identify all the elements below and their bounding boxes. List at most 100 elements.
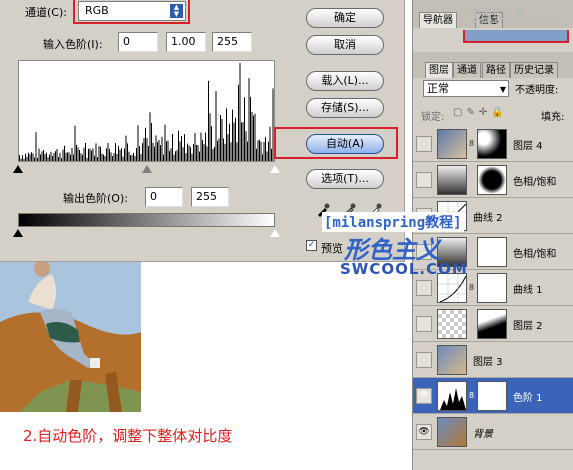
layer-thumbnail	[437, 417, 467, 447]
histogram-bar	[178, 130, 179, 161]
options-button[interactable]: 选项(T)...	[306, 169, 384, 189]
tab-history[interactable]: 历史记录	[510, 62, 558, 78]
eye-icon[interactable]: 👁	[416, 388, 432, 404]
opacity-label: 不透明度:	[515, 85, 559, 96]
histogram-bar	[34, 157, 35, 161]
histogram-bar	[266, 151, 268, 161]
visibility-toggle[interactable]	[416, 316, 432, 332]
histogram-bar	[95, 143, 97, 161]
layer-row[interactable]: 8 图层 4	[413, 126, 573, 162]
histogram-bar	[175, 151, 176, 161]
histogram-bar	[260, 141, 262, 161]
histogram-bar	[23, 158, 25, 161]
input-black-field[interactable]: 0	[118, 32, 158, 52]
layer-row[interactable]: 图层 3	[413, 342, 573, 378]
input-slider[interactable]	[13, 165, 280, 175]
visibility-toggle[interactable]	[416, 136, 432, 152]
mask-thumbnail	[477, 165, 507, 195]
histogram-bar	[248, 78, 250, 161]
histogram-bar	[64, 145, 65, 161]
histogram-bar	[229, 123, 230, 161]
histogram-bar	[172, 134, 173, 161]
input-gamma-field[interactable]: 1.00	[166, 32, 206, 52]
visibility-toggle[interactable]	[416, 172, 432, 188]
histogram-bar	[239, 63, 241, 161]
layer-row-selected[interactable]: 👁 8 色阶 1	[413, 378, 573, 414]
gamma-handle[interactable]	[142, 165, 152, 173]
histogram-bar	[185, 153, 187, 161]
caption-text: 2.自动色阶，调整下整体对比度	[23, 427, 233, 445]
white-point-handle[interactable]	[270, 165, 280, 173]
histogram-bar	[220, 115, 221, 161]
output-black-field[interactable]: 0	[145, 187, 183, 207]
link-icon: 8	[469, 139, 475, 148]
histogram-bar	[28, 152, 29, 161]
histogram-bar	[50, 151, 52, 161]
input-white-field[interactable]: 255	[212, 32, 252, 52]
tab-paths[interactable]: 路径	[482, 62, 510, 78]
histogram-bar	[242, 122, 244, 161]
cancel-button[interactable]: 取消	[306, 35, 384, 55]
histogram-bar	[166, 141, 167, 161]
layer-name: 图层 2	[513, 321, 543, 332]
histogram-bar	[20, 158, 22, 161]
layer-row[interactable]: 👁 背景	[413, 414, 573, 450]
tab-layers[interactable]: 图层	[425, 62, 453, 78]
blend-mode-select[interactable]: 正常 ▼	[423, 80, 509, 97]
histogram-bar	[244, 97, 245, 161]
histogram-bar	[193, 143, 194, 161]
histogram-bar	[212, 149, 214, 161]
histogram-bar	[67, 152, 68, 161]
save-button[interactable]: 存储(S)...	[306, 98, 384, 118]
histogram-bar	[146, 138, 148, 161]
histogram-bar	[140, 154, 142, 161]
output-slider[interactable]	[13, 229, 280, 237]
mask-thumbnail	[477, 237, 507, 267]
tab-navigator[interactable]: 导航器	[419, 12, 457, 28]
histogram-bar	[170, 148, 172, 161]
output-white-handle[interactable]	[270, 229, 280, 237]
adjustment-thumbnail	[437, 165, 467, 195]
output-white-field[interactable]: 255	[191, 187, 229, 207]
ok-button[interactable]: 确定	[306, 8, 384, 28]
navigator-preview	[463, 30, 569, 43]
histogram-bar	[262, 154, 263, 161]
histogram-bar	[227, 134, 229, 161]
histogram-bar	[91, 150, 92, 161]
histogram-bar	[112, 156, 113, 161]
histogram-bar	[118, 145, 119, 161]
histogram-bar	[209, 113, 211, 161]
output-black-handle[interactable]	[13, 229, 23, 237]
histogram-bar	[74, 125, 76, 161]
tab-channels[interactable]: 通道	[453, 62, 481, 78]
histogram-bar	[107, 143, 109, 161]
histogram-bar	[163, 154, 164, 161]
histogram-bar	[137, 125, 139, 161]
histogram-bar	[232, 109, 233, 161]
histogram-bar	[32, 153, 34, 161]
histogram-bar	[265, 137, 266, 161]
layer-name: 色相/饱和	[513, 249, 557, 260]
histogram-bar	[134, 156, 136, 161]
eye-icon[interactable]: 👁	[416, 424, 432, 440]
histogram-bar	[109, 148, 110, 161]
histogram-bar	[59, 152, 61, 161]
layer-name: 图层 3	[473, 357, 503, 368]
visibility-toggle[interactable]	[416, 280, 432, 296]
visibility-toggle[interactable]	[416, 352, 432, 368]
histogram-bar	[253, 115, 254, 161]
layer-row[interactable]: 图层 2	[413, 306, 573, 342]
histogram-bar	[247, 141, 248, 161]
histogram-bar	[149, 112, 151, 161]
histogram-bar	[89, 148, 91, 161]
black-point-handle[interactable]	[13, 165, 23, 173]
layer-row[interactable]: 色相/饱和	[413, 162, 573, 198]
histogram-bar	[208, 80, 209, 161]
histogram-bar	[127, 143, 128, 161]
load-button[interactable]: 载入(L)...	[306, 71, 384, 91]
lock-icons[interactable]: ▢✎✛🔒	[453, 107, 508, 118]
layer-list: 8 图层 4 色相/饱和 曲线 2 色相/饱和 8 曲线 1 图层 2 图层 3…	[413, 126, 573, 452]
preview-checkbox[interactable]: ✓	[306, 240, 317, 251]
histogram-bar	[143, 138, 145, 161]
histogram-bar	[235, 117, 236, 161]
